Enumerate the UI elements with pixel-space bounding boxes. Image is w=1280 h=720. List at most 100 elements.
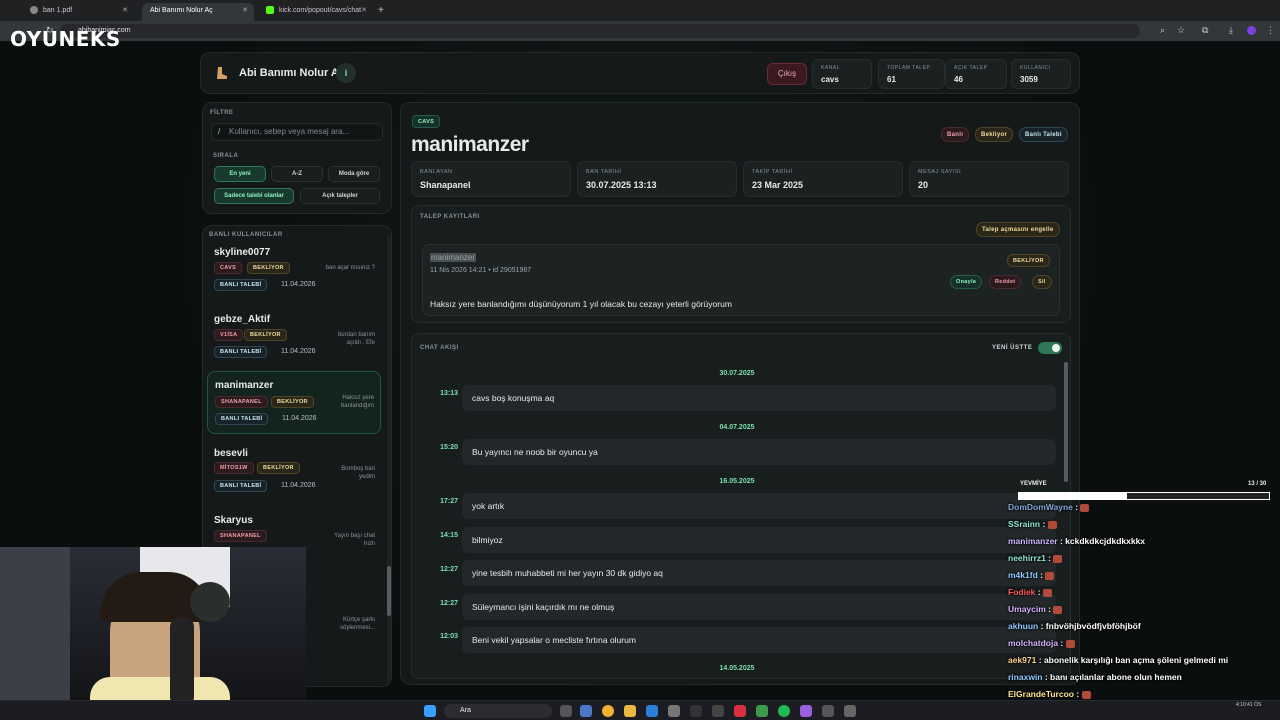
overlay-username: SSrainn: [1008, 519, 1041, 529]
url-field[interactable]: abibanimiac.com: [60, 24, 1140, 38]
chrome-icon[interactable]: [602, 705, 614, 717]
overlay-username: Umaycim: [1008, 604, 1046, 614]
tab-active[interactable]: Abi Banımı Nolur Aç ✕: [142, 3, 254, 21]
sort-newest-button[interactable]: En yeni: [214, 166, 266, 182]
filter-open-requests-button[interactable]: Açık talepler: [300, 188, 380, 204]
start-icon[interactable]: [424, 705, 436, 717]
tab-pdf[interactable]: ban 1.pdf ✕: [22, 3, 134, 21]
app-icon[interactable]: [690, 705, 702, 717]
taskbar-search[interactable]: Ara: [444, 704, 552, 718]
filter-with-requests-button[interactable]: Sadece talebi olanlar: [214, 188, 294, 204]
message-time: 15:20: [440, 444, 458, 451]
close-icon[interactable]: ✕: [122, 3, 128, 19]
new-tab-button[interactable]: +: [378, 3, 392, 21]
user-item-besevli[interactable]: besevli Bomboş ban yedim MİTOS1W BEKLİYO…: [207, 443, 381, 507]
message-time: 12:27: [440, 600, 458, 607]
tab-kick-chat[interactable]: kick.com/popout/cavs/chat ✕: [258, 3, 373, 21]
widget-icon[interactable]: [580, 705, 592, 717]
reject-button[interactable]: Reddet: [989, 275, 1022, 289]
overlay-chat-line: manimanzer : kckdkdkcjdkdkxkkx: [1008, 536, 1145, 546]
list-scrollbar[interactable]: [387, 236, 391, 686]
approve-button[interactable]: Onayla: [950, 275, 983, 289]
user-note: Yayın başı chat hızlı: [334, 533, 375, 547]
goal-progress-bar: [1018, 492, 1270, 500]
chat-scrollbar[interactable]: [1064, 362, 1068, 482]
sort-label: SIRALA: [213, 153, 239, 159]
app-icon[interactable]: [822, 705, 834, 717]
scrollbar-thumb[interactable]: [387, 566, 391, 616]
edge-icon[interactable]: [646, 705, 658, 717]
app-title: Abi Banımı Nolur Aç: [239, 67, 345, 79]
overlay-chat-line: neehirrz1 :: [1008, 553, 1063, 563]
overlay-message: banı açılanlar abone olun hemen: [1050, 672, 1182, 682]
ban-request-badge: Banlı Talebi: [1019, 127, 1068, 142]
info-banned-by: BANLAYAN Shanapanel: [411, 161, 571, 197]
search-input[interactable]: / Kullanıcı, sebep veya mesaj ara...: [211, 123, 383, 141]
user-item-gebze-aktif[interactable]: gebze_Aktif burdan banım açıldı . Efe V1…: [207, 309, 381, 373]
file-explorer-icon[interactable]: [624, 705, 636, 717]
block-requests-button[interactable]: Talep açmasını engelle: [976, 222, 1060, 237]
overlay-chat-line: aek971 : abonelik karşılığı ban açma şöl…: [1008, 655, 1228, 665]
whatsapp-icon[interactable]: [756, 705, 768, 717]
user-name: Skaryus: [214, 515, 253, 526]
microphone: [170, 617, 194, 707]
date-separator: 04.07.2025: [719, 424, 755, 431]
app-icon[interactable]: [800, 705, 812, 717]
message-time: 12:03: [440, 633, 458, 640]
channel-tag: V1İSA: [214, 329, 244, 341]
user-name: besevli: [214, 448, 248, 459]
date-separator: 30.07.2025: [719, 370, 755, 377]
download-icon[interactable]: ⤓: [1229, 25, 1233, 36]
stream-chat-overlay: YEVMİYE 13 / 30 DomDomWayne : SSrainn : …: [1000, 478, 1280, 716]
logout-button[interactable]: Çıkış: [767, 63, 807, 85]
overlay-username: aek971: [1008, 655, 1037, 665]
overlay-username: ElGrandeTurcoo: [1008, 689, 1074, 699]
newest-first-toggle[interactable]: [1038, 342, 1062, 354]
user-item-skyline0077[interactable]: skyline0077 ban açar mısınız ? CAVS BEKL…: [207, 242, 381, 306]
delete-button[interactable]: Sil: [1032, 275, 1052, 289]
message-time: 17:27: [440, 498, 458, 505]
info-follow-date: TAKİP TARİHİ 23 Mar 2025: [743, 161, 903, 197]
app-icon[interactable]: [712, 705, 724, 717]
stat-total-requests: TOPLAM TALEP 61: [878, 59, 945, 89]
close-icon[interactable]: ✕: [242, 3, 248, 19]
app-icon[interactable]: [668, 705, 680, 717]
overlay-username: akhuun: [1008, 621, 1039, 631]
menu-icon[interactable]: ⋮: [1266, 25, 1275, 36]
type-tag: BANLI TALEBİ: [214, 279, 268, 291]
channel-tag: MİTOS1W: [214, 462, 254, 474]
status-tag: BEKLİYOR: [271, 396, 314, 408]
zoom-icon[interactable]: ⌕: [1160, 25, 1165, 36]
extensions-icon[interactable]: ⧉: [1202, 25, 1208, 36]
stat-users: KULLANICI 3059: [1011, 59, 1071, 89]
user-date: 11.04.2026: [281, 482, 316, 489]
pending-badge: Bekliyor: [975, 127, 1014, 142]
overlay-message: kckdkdkcjdkdkxkkx: [1065, 536, 1146, 546]
task-view-icon[interactable]: [560, 705, 572, 717]
overlay-chat-line: ElGrandeTurcoo :: [1008, 689, 1091, 699]
user-item-manimanzer[interactable]: manimanzer Haksız yere banlandığım SHANA…: [207, 371, 381, 434]
search-icon: /: [218, 127, 221, 136]
message-time: 12:27: [440, 566, 458, 573]
sort-az-button[interactable]: A-Z: [271, 166, 323, 182]
close-icon[interactable]: ✕: [361, 3, 367, 19]
sort-mod-button[interactable]: Moda göre: [328, 166, 380, 182]
user-note: burdan banım açıldı . Efe: [337, 332, 375, 346]
spotify-icon[interactable]: [778, 705, 790, 717]
overlay-separator: :: [1037, 570, 1046, 580]
overlay-username: Fodiek: [1008, 587, 1036, 597]
browser-tab-bar: ban 1.pdf ✕ Abi Banımı Nolur Aç ✕ kick.com…: [0, 0, 1280, 21]
bookmark-icon[interactable]: ☆: [1177, 25, 1185, 36]
overlay-chat-line: akhuun : fnbvöhjbvödfjvbföhjböf: [1008, 621, 1141, 631]
info-button[interactable]: i: [336, 63, 356, 83]
emote-icon: [1045, 571, 1055, 580]
overlay-chat-line: m4k1fd :: [1008, 570, 1055, 580]
date-separator: 16.05.2025: [719, 478, 755, 485]
profile-avatar[interactable]: [1247, 26, 1256, 35]
overlay-username: DomDomWayne: [1008, 502, 1073, 512]
info-ban-date: BAN TARİHİ 30.07.2025 13:13: [577, 161, 737, 197]
app-icon[interactable]: [844, 705, 856, 717]
user-name: gebze_Aktif: [214, 314, 271, 325]
taskbar: Ara 4:10:41 ÖS: [0, 700, 1280, 720]
app-icon[interactable]: [734, 705, 746, 717]
